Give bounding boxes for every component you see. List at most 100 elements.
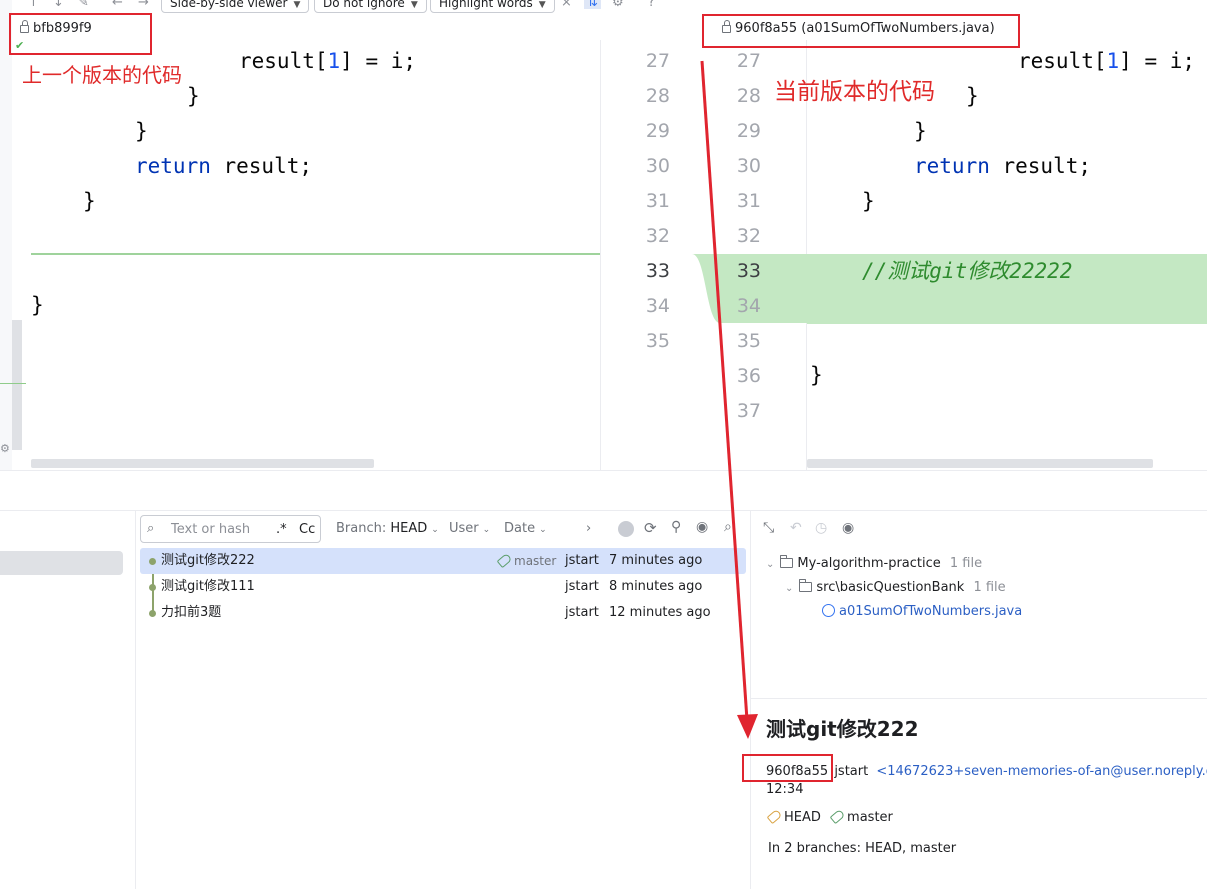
user-filter[interactable]: User ⌄ [449, 521, 490, 538]
commit-author: jstart [834, 764, 869, 779]
tree-folder[interactable]: ⌄ src\basicQuestionBank 1 file [785, 579, 1006, 598]
line-number: 28 [645, 85, 670, 107]
sidebar-divider [135, 510, 136, 889]
commit-row[interactable]: 力扣前3题 jstart 12 minutes ago [140, 600, 746, 626]
chevron-down-icon: ▼ [293, 0, 301, 10]
arrow-up-icon[interactable]: ↑ [28, 0, 39, 9]
commit-row[interactable]: 测试git修改111 jstart 8 minutes ago [140, 574, 746, 600]
file-count: 1 file [973, 580, 1006, 595]
code-line: } [187, 84, 200, 108]
code-line: } [914, 119, 927, 143]
annotation-box-left-revision [9, 13, 152, 55]
commit-title: 测试git修改222 [766, 717, 919, 741]
insertion-marker-line [31, 253, 601, 255]
history-icon[interactable]: ◷ [815, 520, 827, 536]
user-filter-label: User [449, 521, 479, 536]
sync-scroll-icon[interactable]: ⇅ [584, 0, 601, 9]
commit-row[interactable]: 测试git修改222 master jstart 7 minutes ago [140, 548, 746, 574]
revert-icon[interactable]: ↶ [790, 520, 802, 536]
left-horizontal-scrollbar[interactable] [31, 459, 374, 468]
chevron-down-icon: ⌄ [785, 583, 794, 594]
branches-selected-row[interactable] [0, 551, 123, 575]
commit-date: 7 minutes ago [609, 553, 703, 568]
expand-collapse-icon[interactable]: ⤡ [763, 520, 774, 536]
commit-dot [149, 558, 156, 565]
line-number: 31 [645, 190, 670, 212]
left-edge-strip [0, 0, 12, 470]
search-icon: ⌕ [147, 521, 155, 536]
collapse-icon[interactable]: ⨯ [561, 0, 572, 9]
regex-toggle[interactable]: .* [276, 522, 287, 537]
right-horizontal-scrollbar[interactable] [807, 459, 1153, 468]
chevron-down-icon: ⌄ [539, 525, 547, 535]
annotation-previous-version: 上一个版本的代码 [22, 63, 182, 87]
commit-message: 力扣前3题 [161, 605, 222, 620]
commit-refs: HEAD master [766, 808, 893, 827]
annotation-box-hash [742, 754, 833, 782]
code-line: result[1] = i; [239, 44, 416, 79]
chevron-down-icon: ⌄ [431, 525, 439, 535]
line-number: 27 [645, 50, 670, 72]
highlight-mode-select[interactable]: Highlight words ▼ [430, 0, 555, 13]
tag-icon [766, 808, 783, 825]
code-line: } [810, 363, 823, 387]
match-case-toggle[interactable]: Cc [299, 522, 315, 537]
line-number: 29 [645, 120, 670, 142]
arrow-down-icon[interactable]: ↓ [53, 0, 64, 9]
commit-dot [149, 610, 156, 617]
tree-file[interactable]: a01SumOfTwoNumbers.java [822, 603, 1022, 621]
ignore-mode-label: Do not ignore [323, 0, 405, 10]
left-edge-marker [0, 383, 26, 384]
code-token: result[ [1018, 49, 1107, 73]
tree-root[interactable]: ⌄ My-algorithm-practice 1 file [766, 555, 982, 574]
chevron-down-icon: ⌄ [766, 559, 775, 570]
branch-filter-value: HEAD [390, 521, 428, 536]
pause-icon[interactable] [618, 521, 634, 537]
commit-author: jstart [565, 553, 599, 568]
cherry-pick-icon[interactable]: ⚲ [671, 519, 681, 535]
viewer-mode-select[interactable]: Side-by-side viewer ▼ [161, 0, 310, 13]
search-input[interactable]: Text or hash [171, 522, 250, 537]
annotation-arrow [700, 60, 758, 739]
module-folder-icon [780, 555, 794, 568]
eye-icon[interactable]: ◉ [842, 520, 854, 536]
code-line: } [862, 189, 875, 213]
chevron-down-icon: ▼ [410, 0, 418, 10]
author-email-link[interactable]: <14672623+seven-memories-of-an@user.nore… [876, 764, 1207, 779]
refresh-icon[interactable]: ⟳ [644, 519, 657, 537]
code-keyword: return [914, 154, 990, 178]
gutter-divider [600, 40, 601, 470]
code-token: result; [989, 154, 1092, 178]
branch-filter-label: Branch: [336, 521, 387, 536]
code-token: result; [210, 154, 313, 178]
log-header-divider [0, 510, 1207, 511]
code-token: ] = i; [340, 49, 417, 73]
line-number: 32 [645, 225, 670, 247]
back-arrow-icon[interactable]: ← [112, 0, 123, 9]
forward-arrow-icon[interactable]: → [138, 0, 149, 9]
gear-icon[interactable]: ⚙ [612, 0, 624, 9]
annotation-current-version: 当前版本的代码 [774, 79, 935, 105]
date-filter[interactable]: Date ⌄ [504, 521, 547, 538]
branch-filter[interactable]: Branch: HEAD ⌄ [336, 521, 439, 538]
file-count: 1 file [949, 556, 983, 571]
help-icon[interactable]: ? [648, 0, 655, 9]
panel-divider [0, 470, 1207, 471]
commit-author: jstart [565, 579, 599, 594]
code-number: 1 [327, 49, 341, 73]
code-line: } [83, 189, 96, 213]
tree-file-label: a01SumOfTwoNumbers.java [839, 604, 1023, 619]
line-number: 34 [645, 295, 670, 317]
search-box[interactable]: ⌕ Text or hash .* Cc [140, 515, 321, 543]
commit-message: 测试git修改222 [161, 553, 255, 568]
ignore-mode-select[interactable]: Do not ignore ▼ [314, 0, 427, 13]
edit-pencil-icon[interactable]: ✎ [78, 0, 89, 9]
folder-icon [799, 579, 813, 592]
tree-folder-label: src\basicQuestionBank [816, 580, 965, 595]
more-filters-chevron-icon[interactable]: › [586, 521, 591, 537]
left-edge-gear-icon[interactable]: ⚙ [0, 443, 10, 454]
left-edge-scroll[interactable] [12, 320, 22, 450]
ref-label: master [496, 548, 556, 574]
annotation-box-right-revision [702, 14, 1020, 48]
commit-date: 8 minutes ago [609, 579, 703, 594]
